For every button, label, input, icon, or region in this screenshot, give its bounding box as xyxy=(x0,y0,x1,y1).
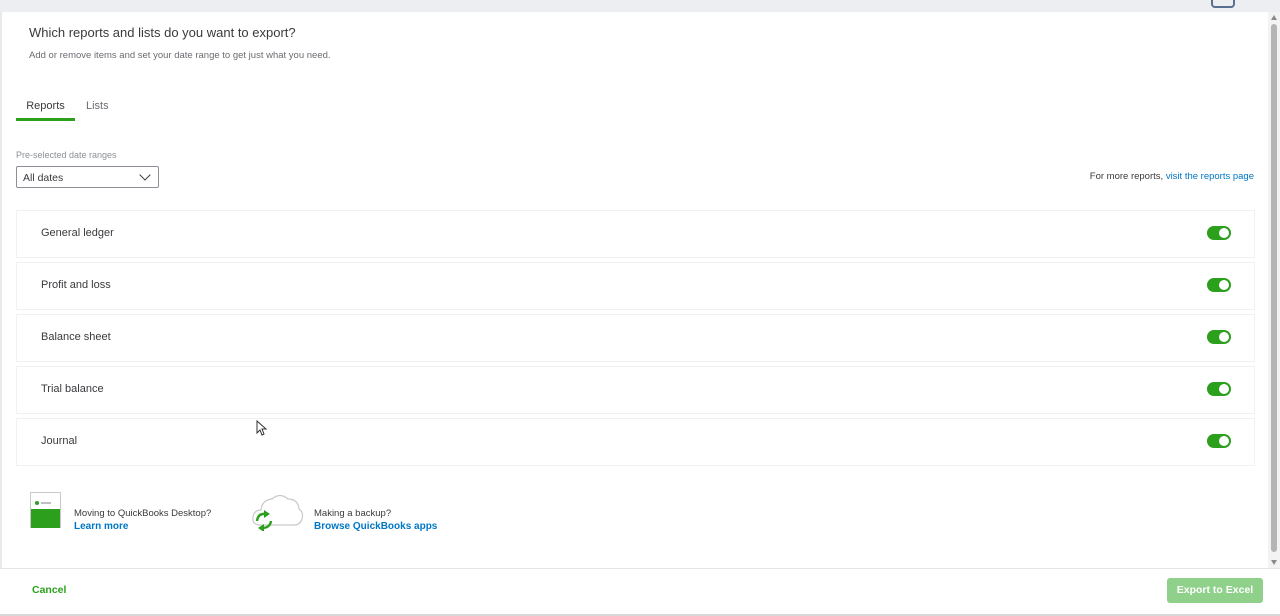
report-label: Profit and loss xyxy=(41,279,111,291)
balance-sheet-toggle[interactable] xyxy=(1207,330,1231,344)
scroll-up-icon[interactable] xyxy=(1271,15,1277,20)
tab-lists[interactable]: Lists xyxy=(86,100,109,112)
report-row-trial-balance: Trial balance xyxy=(16,366,1255,414)
desktop-screen-icon xyxy=(30,492,61,528)
desktop-icon-dot xyxy=(35,501,39,505)
report-row-balance-sheet: Balance sheet xyxy=(16,314,1255,362)
dialog-footer: Cancel Export to Excel xyxy=(0,568,1280,615)
report-row-general-ledger: General ledger xyxy=(16,210,1255,258)
report-label: Journal xyxy=(41,435,78,447)
learn-more-link[interactable]: Learn more xyxy=(74,521,128,532)
report-row-journal: Journal xyxy=(16,418,1255,466)
toggle-knob xyxy=(1219,228,1229,238)
date-range-label: Pre-selected date ranges xyxy=(16,150,117,160)
window-top-bar xyxy=(0,0,1280,12)
date-range-value: All dates xyxy=(23,172,64,184)
trial-balance-toggle[interactable] xyxy=(1207,382,1231,396)
window-control-icon[interactable] xyxy=(1211,0,1235,8)
vertical-scrollbar[interactable] xyxy=(1268,12,1280,568)
report-label: General ledger xyxy=(41,227,114,239)
promo-desktop-title: Moving to QuickBooks Desktop? xyxy=(74,508,212,519)
more-reports-text: For more reports, visit the reports page xyxy=(1090,171,1254,182)
toggle-knob xyxy=(1219,384,1229,394)
browse-quickbooks-apps-link[interactable]: Browse QuickBooks apps xyxy=(314,521,437,532)
toggle-knob xyxy=(1219,280,1229,290)
mouse-cursor-icon xyxy=(256,420,268,436)
toggle-knob xyxy=(1219,332,1229,342)
desktop-icon-fill xyxy=(31,509,60,528)
report-row-profit-and-loss: Profit and loss xyxy=(16,262,1255,310)
report-label: Balance sheet xyxy=(41,331,111,343)
scroll-down-icon[interactable] xyxy=(1271,560,1277,565)
cloud-sync-icon xyxy=(252,494,304,531)
toggle-knob xyxy=(1219,436,1229,446)
chevron-down-icon xyxy=(139,169,151,181)
journal-toggle[interactable] xyxy=(1207,434,1231,448)
more-reports-prefix: For more reports, xyxy=(1089,171,1164,182)
general-ledger-toggle[interactable] xyxy=(1207,226,1231,240)
report-label: Trial balance xyxy=(41,383,104,395)
scroll-thumb[interactable] xyxy=(1271,24,1277,552)
tab-reports[interactable]: Reports xyxy=(16,100,75,121)
cancel-button[interactable]: Cancel xyxy=(32,584,66,596)
export-to-excel-button[interactable]: Export to Excel xyxy=(1167,578,1263,603)
export-dialog: Which reports and lists do you want to e… xyxy=(2,12,1268,568)
profit-and-loss-toggle[interactable] xyxy=(1207,278,1231,292)
dialog-subheading: Add or remove items and set your date ra… xyxy=(29,50,331,61)
desktop-icon-line xyxy=(41,502,51,504)
promo-backup-title: Making a backup? xyxy=(314,508,392,519)
visit-reports-page-link[interactable]: visit the reports page xyxy=(1166,171,1254,182)
date-range-select[interactable]: All dates xyxy=(16,166,159,188)
dialog-heading: Which reports and lists do you want to e… xyxy=(29,25,296,40)
